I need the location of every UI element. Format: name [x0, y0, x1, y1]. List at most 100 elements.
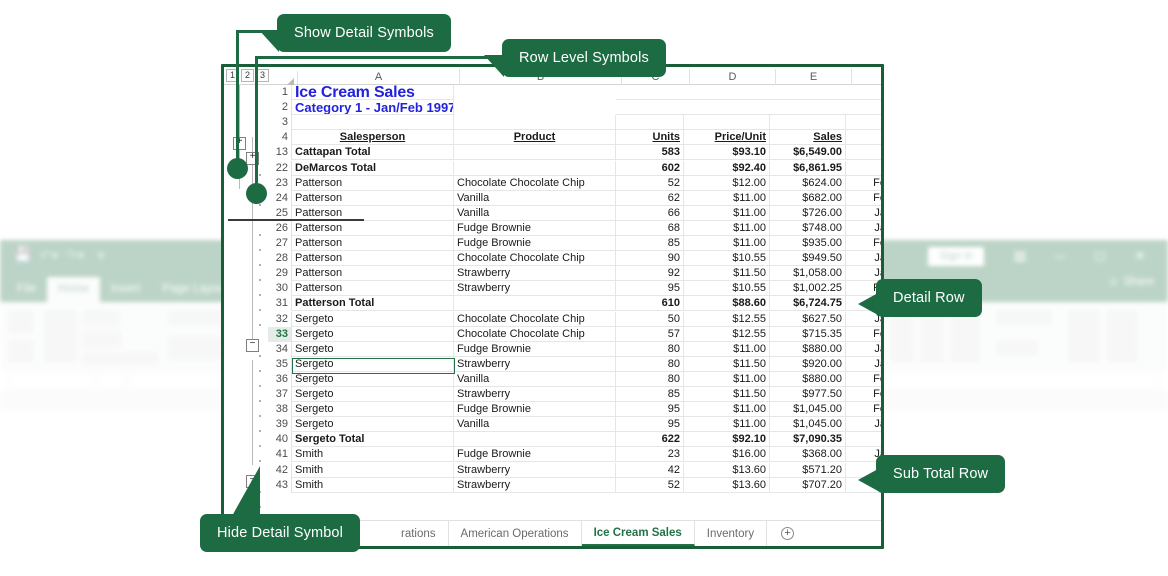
- cell-E36[interactable]: $880.00: [770, 371, 846, 387]
- cell-C29[interactable]: 92: [616, 266, 684, 282]
- cell-A23[interactable]: Patterson: [292, 175, 454, 191]
- cell-B34[interactable]: Fudge Brownie: [454, 341, 616, 357]
- cell-A30[interactable]: Patterson: [292, 281, 454, 297]
- sheet-tab-inventory[interactable]: Inventory: [695, 521, 768, 546]
- cell-D24[interactable]: $11.00: [684, 190, 770, 206]
- cell-E23[interactable]: $624.00: [770, 175, 846, 191]
- table-row[interactable]: 31 Patterson Total 610 $88.60 $6,724.75: [268, 296, 881, 312]
- table-row[interactable]: 40 Sergeto Total 622 $92.10 $7,090.35: [268, 432, 881, 448]
- row-header-3[interactable]: 3: [268, 115, 292, 131]
- cell-B42[interactable]: Strawberry: [454, 462, 616, 478]
- cell-E34[interactable]: $880.00: [770, 341, 846, 357]
- cell-C34[interactable]: 80: [616, 341, 684, 357]
- cell-C40[interactable]: 622: [616, 432, 684, 448]
- cell-D37[interactable]: $11.50: [684, 387, 770, 403]
- row-header-24[interactable]: 24: [268, 190, 292, 206]
- table-row[interactable]: 22 DeMarcos Total 602 $92.40 $6,861.95: [268, 160, 881, 176]
- cell-C30[interactable]: 95: [616, 281, 684, 297]
- cell-D31[interactable]: $88.60: [684, 296, 770, 312]
- cell-A2[interactable]: Category 1 - Jan/Feb 1997: [292, 100, 454, 116]
- table-row[interactable]: 13 Cattapan Total 583 $93.10 $6,549.00: [268, 145, 881, 161]
- column-header-d[interactable]: D: [690, 69, 776, 85]
- cell-C39[interactable]: 95: [616, 417, 684, 433]
- cell-F29[interactable]: Jan-97: [846, 266, 881, 282]
- cell-C31[interactable]: 610: [616, 296, 684, 312]
- cell-E43[interactable]: $707.20: [770, 477, 846, 493]
- row-header-42[interactable]: 42: [268, 462, 292, 478]
- table-row[interactable]: 35SergetoStrawberry80$11.50$920.00Jan-97: [268, 356, 881, 372]
- cell-E30[interactable]: $1,002.25: [770, 281, 846, 297]
- cell-A29[interactable]: Patterson: [292, 266, 454, 282]
- cell-F2[interactable]: [846, 100, 881, 116]
- row-header-4[interactable]: 4: [268, 130, 292, 146]
- ribbon-display-options-icon[interactable]: ▧: [1000, 244, 1040, 268]
- cell-F33[interactable]: Feb-97: [846, 327, 881, 342]
- cell-D13[interactable]: $93.10: [684, 145, 770, 161]
- cell-B32[interactable]: Chocolate Chocolate Chip: [454, 311, 616, 327]
- cell-A37[interactable]: Sergeto: [292, 387, 454, 403]
- row-header-35[interactable]: 35: [268, 356, 292, 372]
- cell-A34[interactable]: Sergeto: [292, 341, 454, 357]
- cell-F27[interactable]: Feb-97: [846, 236, 881, 252]
- table-row[interactable]: 37SergetoStrawberry85$11.50$977.50Feb-97: [268, 387, 881, 403]
- cell-C27[interactable]: 85: [616, 236, 684, 252]
- cell-A33[interactable]: Sergeto: [292, 326, 454, 342]
- cell-B33[interactable]: Chocolate Chocolate Chip: [454, 326, 616, 342]
- table-row[interactable]: 41SmithFudge Brownie23$16.00$368.00Jan-9…: [268, 447, 881, 463]
- cell-B28[interactable]: Chocolate Chocolate Chip: [454, 251, 616, 267]
- cell-A3[interactable]: [292, 115, 454, 131]
- cell-D28[interactable]: $10.55: [684, 251, 770, 267]
- table-row[interactable]: 32 Sergeto Chocolate Chocolate Chip 50 $12.5…: [268, 311, 881, 327]
- ribbon-tab-file[interactable]: File: [6, 277, 47, 302]
- cell-A42[interactable]: Smith: [292, 462, 454, 478]
- cell-C41[interactable]: 23: [616, 447, 684, 463]
- cell-C4[interactable]: Units: [616, 130, 684, 146]
- table-row[interactable]: 24PattersonVanilla62$11.00$682.00Feb-97: [268, 190, 881, 206]
- table-row[interactable]: 42SmithStrawberry42$13.60$571.20Jan-97: [268, 462, 881, 478]
- ribbon-tab-insert[interactable]: Insert: [100, 277, 151, 302]
- cell-D43[interactable]: $13.60: [684, 477, 770, 493]
- cell-F39[interactable]: Jan-97: [846, 417, 881, 433]
- cell-F24[interactable]: Feb-97: [846, 191, 881, 206]
- cell-C36[interactable]: 80: [616, 371, 684, 387]
- cell-B26[interactable]: Fudge Brownie: [454, 220, 616, 236]
- show-detail-symbol-row-13[interactable]: +: [233, 137, 246, 150]
- cell-C13[interactable]: 583: [616, 145, 684, 161]
- cell-F22[interactable]: [846, 161, 881, 176]
- table-row[interactable]: 34SergetoFudge Brownie80$11.00$880.00Jan…: [268, 341, 881, 357]
- cell-C32[interactable]: 50: [616, 311, 684, 327]
- cell-A36[interactable]: Sergeto: [292, 371, 454, 387]
- table-row[interactable]: 28 Patterson Chocolate Chocolate Chip 90 $10…: [268, 251, 881, 267]
- cell-E41[interactable]: $368.00: [770, 447, 846, 463]
- cell-D30[interactable]: $10.55: [684, 281, 770, 297]
- table-row[interactable]: 33 Sergeto Chocolate Chocolate Chip 57 $12.5…: [268, 326, 881, 342]
- cell-F28[interactable]: Jan-97: [846, 251, 881, 267]
- cell-E2[interactable]: [770, 100, 846, 116]
- cell-B41[interactable]: Fudge Brownie: [454, 447, 616, 463]
- row-header-1[interactable]: 1: [268, 85, 292, 101]
- cell-D35[interactable]: $11.50: [684, 356, 770, 372]
- table-row[interactable]: 39SergetoVanilla95$11.00$1,045.00Jan-97: [268, 417, 881, 433]
- cell-B4[interactable]: Product: [454, 130, 616, 146]
- cell-D40[interactable]: $92.10: [684, 432, 770, 448]
- table-row[interactable]: 4SalespersonProductUnitsPrice/UnitSalesD…: [268, 130, 881, 146]
- row-header-40[interactable]: 40: [268, 432, 292, 448]
- add-sheet-button[interactable]: +: [767, 521, 808, 546]
- cell-E42[interactable]: $571.20: [770, 462, 846, 478]
- cell-E4[interactable]: Sales: [770, 130, 846, 146]
- row-header-31[interactable]: 31: [268, 296, 292, 312]
- row-header-41[interactable]: 41: [268, 447, 292, 463]
- cell-D2[interactable]: [684, 100, 770, 116]
- cell-E24[interactable]: $682.00: [770, 190, 846, 206]
- cell-F25[interactable]: Jan-97: [846, 206, 881, 221]
- cell-B13[interactable]: [454, 145, 616, 161]
- cell-A22[interactable]: DeMarcos Total: [292, 160, 454, 176]
- cell-A31[interactable]: Patterson Total: [292, 296, 454, 312]
- cell-C24[interactable]: 62: [616, 190, 684, 206]
- cell-E33[interactable]: $715.35: [770, 326, 846, 342]
- row-header-32[interactable]: 32: [268, 311, 292, 327]
- cell-C25[interactable]: 66: [616, 205, 684, 221]
- cell-C43[interactable]: 52: [616, 477, 684, 493]
- cell-B38[interactable]: Fudge Brownie: [454, 402, 616, 418]
- cell-C35[interactable]: 80: [616, 356, 684, 372]
